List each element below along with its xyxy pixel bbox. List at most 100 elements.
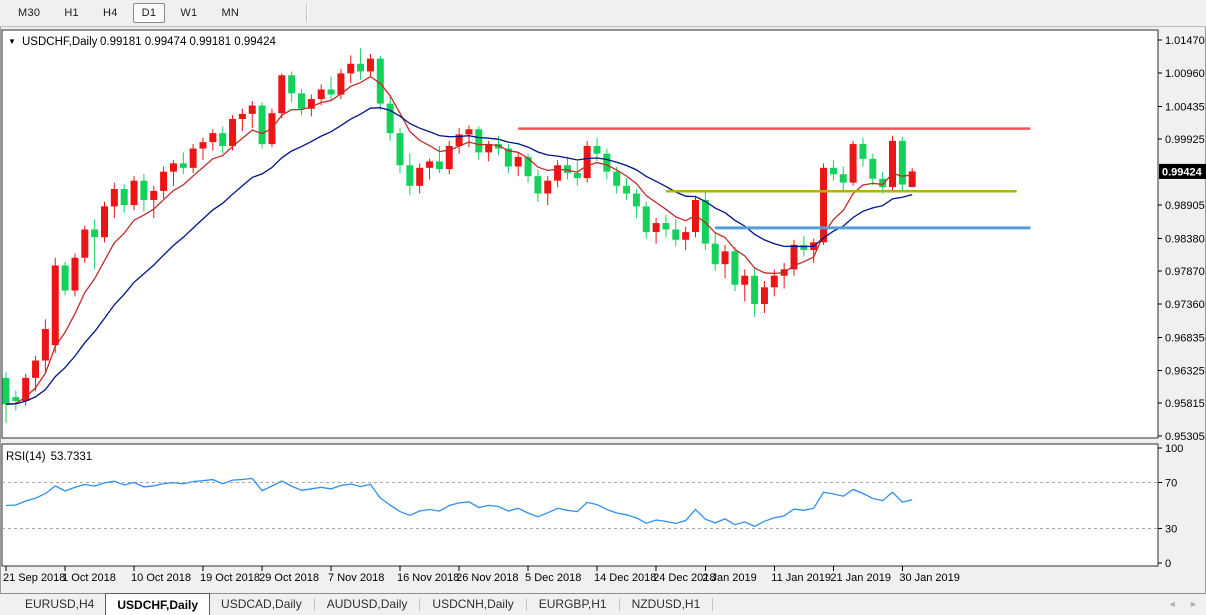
candle-body — [229, 119, 236, 146]
candle-body — [367, 59, 374, 72]
symbol-tabbar: EURUSD,H4USDCHF,DailyUSDCAD,DailyAUDUSD,… — [0, 593, 1206, 615]
tab-scroll-right-icon[interactable]: ► — [1189, 599, 1198, 609]
symbol-tab-eurgbp[interactable]: EURGBP,H1 — [528, 594, 618, 615]
candle-body — [150, 191, 157, 200]
symbol-tab-audusd[interactable]: AUDUSD,Daily — [316, 594, 419, 615]
rsi-tick-label: 70 — [1165, 478, 1177, 490]
tab-scroll-left-icon[interactable]: ◄ — [1168, 599, 1177, 609]
tab-separator — [619, 598, 620, 611]
candle-body — [633, 194, 640, 207]
candle-body — [62, 265, 69, 290]
candle-body — [800, 245, 807, 250]
candle-body — [387, 104, 394, 134]
date-tick-label: 30 Jan 2019 — [899, 572, 960, 584]
candle-body — [672, 229, 679, 239]
candle-body — [584, 146, 591, 178]
timeframe-button-w1[interactable]: W1 — [171, 3, 206, 23]
main-price-pane[interactable] — [2, 30, 1158, 438]
candle-body — [850, 144, 857, 183]
candle-body — [190, 149, 197, 168]
rsi-pane[interactable] — [2, 444, 1158, 566]
price-tick-label: 0.97360 — [1165, 299, 1205, 311]
candle-body — [830, 168, 837, 174]
candle-body — [298, 93, 305, 108]
candle-body — [278, 75, 285, 113]
symbol-tab-usdcad[interactable]: USDCAD,Daily — [210, 594, 313, 615]
candle-body — [899, 141, 906, 185]
symbol-tab-eurusd[interactable]: EURUSD,H4 — [14, 594, 105, 615]
timeframe-button-h1[interactable]: H1 — [55, 3, 88, 23]
candle-body — [32, 361, 39, 378]
price-tick-label: 0.95305 — [1165, 431, 1205, 443]
candle-body — [200, 142, 207, 148]
date-tick-label: 26 Nov 2018 — [456, 572, 518, 584]
candle-body — [52, 265, 59, 345]
symbol-dropdown-icon[interactable]: ▼ — [8, 37, 16, 46]
timeframe-button-h4[interactable]: H4 — [94, 3, 127, 23]
candle-body — [209, 133, 216, 142]
date-tick-label: 19 Oct 2018 — [200, 572, 260, 584]
price-tick-label: 1.00960 — [1165, 68, 1205, 80]
timeframe-button-d1[interactable]: D1 — [133, 3, 166, 23]
candle-body — [131, 181, 138, 205]
candle-body — [91, 229, 98, 237]
date-tick-label: 5 Dec 2018 — [525, 572, 581, 584]
candle-body — [840, 174, 847, 182]
candle-body — [731, 251, 738, 284]
candle-body — [180, 163, 187, 167]
candle-body — [564, 165, 571, 173]
date-tick-label: 21 Jan 2019 — [830, 572, 891, 584]
candle-body — [249, 106, 256, 114]
candle-body — [682, 232, 689, 240]
candle-body — [357, 64, 364, 72]
candle-body — [101, 206, 108, 237]
mt4-window: M30H1H4D1W1MN 1.014701.009601.004350.999… — [0, 0, 1206, 615]
candle-body — [416, 168, 423, 186]
candle-body — [71, 258, 78, 291]
candle-body — [869, 159, 876, 179]
symbol-tab-usdcnh[interactable]: USDCNH,Daily — [421, 594, 524, 615]
candle-body — [465, 129, 472, 134]
candle-body — [544, 181, 551, 194]
tab-separator — [712, 598, 713, 611]
candle-body — [81, 229, 88, 257]
candle-body — [594, 146, 601, 154]
candle-body — [436, 161, 443, 169]
candle-body — [42, 329, 49, 360]
candle-body — [140, 181, 147, 200]
tab-separator — [526, 598, 527, 611]
price-tick-label: 0.96835 — [1165, 333, 1205, 345]
candle-body — [288, 75, 295, 93]
candle-body — [3, 378, 10, 404]
rsi-tick-label: 0 — [1165, 558, 1171, 570]
time-axis: 21 Sep 20181 Oct 201810 Oct 201819 Oct 2… — [3, 566, 960, 584]
candle-body — [170, 163, 177, 171]
candle-body — [318, 89, 325, 99]
price-tick-label: 0.98380 — [1165, 233, 1205, 245]
candle-body — [515, 157, 522, 167]
candle-body — [239, 114, 246, 119]
symbol-tab-nzdusd[interactable]: NZDUSD,H1 — [621, 594, 712, 615]
candle-body — [761, 287, 768, 304]
candle-body — [662, 223, 669, 229]
tab-separator — [314, 598, 315, 611]
chart-title-ohlc: 0.99181 0.99474 0.99181 0.99424 — [100, 36, 276, 48]
date-tick-label: 14 Dec 2018 — [594, 572, 656, 584]
current-price-tag: 0.99424 — [1159, 164, 1206, 179]
rsi-tick-label: 100 — [1165, 443, 1183, 455]
candle-body — [554, 165, 561, 180]
candle-body — [397, 133, 404, 165]
candle-body — [121, 189, 128, 205]
timeframe-button-mn[interactable]: MN — [212, 3, 248, 23]
price-tick-label: 0.98905 — [1165, 200, 1205, 212]
candle-body — [909, 171, 916, 187]
candle-body — [534, 176, 541, 193]
timeframe-button-m30[interactable]: M30 — [9, 3, 49, 23]
svg-text:0.99424: 0.99424 — [1162, 166, 1203, 178]
chart-area[interactable]: 1.014701.009601.004350.999250.989050.983… — [0, 28, 1206, 593]
price-tick-label: 0.99925 — [1165, 134, 1205, 146]
date-tick-label: 7 Nov 2018 — [328, 572, 384, 584]
symbol-tab-usdchf[interactable]: USDCHF,Daily — [105, 593, 210, 615]
toolbar-separator — [306, 4, 308, 22]
date-tick-label: 11 Jan 2019 — [771, 572, 831, 584]
